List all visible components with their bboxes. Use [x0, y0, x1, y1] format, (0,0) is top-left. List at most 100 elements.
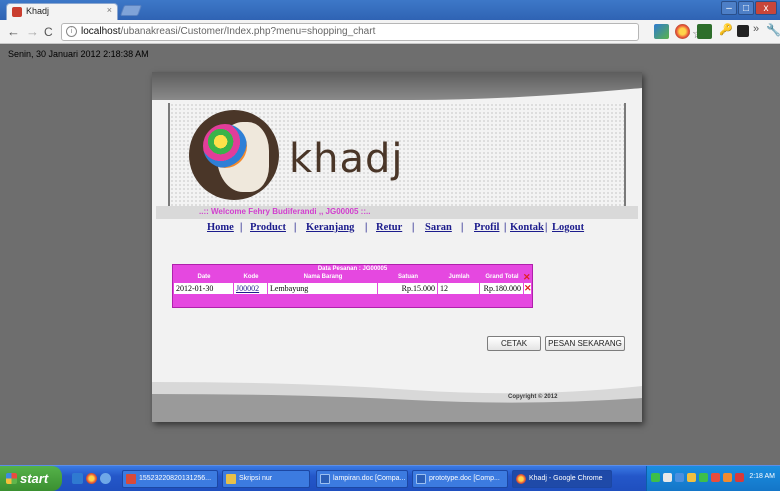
copyright-text: Copyright © 2012: [508, 394, 558, 400]
cell-grand-total: Rp.180.000: [480, 283, 524, 294]
back-arrow-icon[interactable]: ←: [7, 24, 20, 39]
taskbar-item[interactable]: lampiran.doc [Compa...: [316, 470, 408, 488]
order-table: Data Pesanan : JG00005 Date Kode Nama Ba…: [172, 264, 533, 308]
extension-icon[interactable]: [654, 24, 669, 39]
chrome-quicklaunch-icon[interactable]: [86, 473, 97, 484]
menu-separator: |: [240, 222, 243, 233]
taskbar-item[interactable]: Skripsi nur: [222, 470, 310, 488]
taskbar-item-label: Khadj - Google Chrome: [529, 475, 603, 482]
taskbar-clock: 2:18 AM: [749, 473, 775, 480]
taskbar-item-label: lampiran.doc [Compa...: [333, 475, 406, 482]
taskbar-item-label: prototype.doc [Comp...: [429, 475, 500, 482]
start-label: start: [20, 471, 49, 486]
menu-saran[interactable]: Saran: [425, 222, 452, 233]
address-url: localhost/ubanakreasi/Customer/Index.php…: [81, 26, 376, 37]
taskbar-item[interactable]: 15523220820131256...: [122, 470, 218, 488]
menu-separator: |: [365, 222, 368, 233]
menu-retur[interactable]: Retur: [376, 222, 402, 233]
word-doc-icon: [320, 474, 330, 484]
pdf-icon: [126, 474, 136, 484]
column-header: Kode: [243, 274, 259, 280]
extension-icon[interactable]: 🔑: [719, 23, 733, 38]
column-header: Date: [197, 274, 211, 280]
tray-icon[interactable]: [687, 473, 696, 482]
welcome-message: ..:: Welcome Fehry Budiferandi ,, JG0000…: [199, 207, 371, 216]
brand-name: khadj: [289, 136, 404, 182]
minimize-button[interactable]: –: [721, 1, 737, 15]
cell-nama-barang: Lembayung: [268, 283, 378, 294]
maximize-button[interactable]: □: [738, 1, 754, 15]
menu-separator: |: [461, 222, 464, 233]
delete-all-icon[interactable]: ✕: [523, 273, 531, 282]
cell-satuan: Rp.15.000: [378, 283, 438, 294]
tray-icon[interactable]: [711, 473, 720, 482]
menu-separator: |: [412, 222, 415, 233]
column-header: Nama Barang: [303, 274, 343, 280]
tray-icon[interactable]: [663, 473, 672, 482]
taskbar-item[interactable]: prototype.doc [Comp...: [412, 470, 508, 488]
taskbar-item-label: Skripsi nur: [239, 475, 273, 482]
menu-separator: |: [294, 222, 297, 233]
close-window-button[interactable]: x: [755, 1, 777, 15]
show-desktop-icon[interactable]: [72, 473, 83, 484]
ie-quicklaunch-icon[interactable]: [100, 473, 111, 484]
extension-icon[interactable]: [737, 25, 749, 37]
khadj-favicon-icon: [12, 7, 22, 17]
column-header: Jumlah: [448, 274, 470, 280]
site-container: khadj ..:: Welcome Fehry Budiferandi ,, …: [152, 72, 642, 422]
taskbar-item-active[interactable]: Khadj - Google Chrome: [512, 470, 612, 488]
tray-icon[interactable]: [699, 473, 708, 482]
pesan-sekarang-button[interactable]: PESAN SEKARANG: [545, 336, 625, 351]
start-button[interactable]: start: [0, 466, 62, 491]
column-header: Satuan: [397, 274, 418, 280]
cell-jumlah: 12: [438, 283, 480, 294]
cell-date: 2012-01-30: [174, 283, 234, 294]
overflow-chevron-icon[interactable]: »: [753, 23, 759, 35]
column-header: Grand Total: [485, 274, 519, 280]
order-caption: Data Pesanan : JG00005: [317, 266, 388, 272]
browser-tab-bar: Khadj × – □ x: [0, 0, 780, 20]
product-code-link[interactable]: J00002: [236, 284, 259, 293]
khadj-logo-icon: [189, 110, 279, 200]
forward-arrow-icon[interactable]: →: [26, 24, 39, 39]
tray-icon[interactable]: [675, 473, 684, 482]
extension-icon[interactable]: [697, 24, 712, 39]
chrome-icon: [516, 474, 526, 484]
browser-tab[interactable]: Khadj ×: [6, 3, 118, 20]
extension-icon[interactable]: [675, 24, 690, 39]
page-viewport: Senin, 30 Januari 2012 2:18:38 AM khadj …: [0, 45, 780, 465]
menu-product[interactable]: Product: [250, 222, 286, 233]
cetak-button[interactable]: CETAK: [487, 336, 541, 351]
tray-icon[interactable]: [723, 473, 732, 482]
taskbar-item-label: 15523220820131256...: [139, 475, 212, 482]
folder-icon: [226, 474, 236, 484]
windows-taskbar: start 15523220820131256... Skripsi nur l…: [0, 465, 780, 491]
menu-keranjang[interactable]: Keranjang: [306, 222, 354, 233]
word-doc-icon: [416, 474, 426, 484]
table-row: 2012-01-30 J00002 Lembayung Rp.15.000 12…: [174, 283, 532, 294]
windows-flag-icon: [6, 473, 17, 484]
footer-swoosh: [152, 382, 642, 422]
menu-home[interactable]: Home: [207, 222, 234, 233]
address-bar[interactable]: i localhost/ubanakreasi/Customer/Index.p…: [61, 23, 704, 41]
menu-separator: |: [504, 222, 507, 233]
wrench-icon[interactable]: 🔧: [766, 23, 780, 37]
delete-row-icon[interactable]: ✕: [524, 284, 532, 293]
system-tray: 2:18 AM: [646, 466, 780, 491]
tab-title: Khadj: [26, 6, 50, 16]
menu-profil[interactable]: Profil: [474, 222, 499, 233]
tab-close-icon[interactable]: ×: [107, 5, 112, 15]
menu-separator: |: [545, 222, 548, 233]
new-tab-button[interactable]: [119, 5, 143, 16]
menu-kontak[interactable]: Kontak: [510, 222, 544, 233]
menu-logout[interactable]: Logout: [552, 222, 584, 233]
tray-icon[interactable]: [651, 473, 660, 482]
browser-toolbar: ← → C i localhost/ubanakreasi/Customer/I…: [0, 20, 780, 44]
reload-icon[interactable]: C: [44, 25, 53, 39]
tray-icon[interactable]: [735, 473, 744, 482]
cell-kode: J00002: [234, 283, 268, 294]
current-datetime: Senin, 30 Januari 2012 2:18:38 AM: [8, 49, 149, 59]
welcome-bar: ..:: Welcome Fehry Budiferandi ,, JG0000…: [156, 206, 638, 219]
page-info-icon[interactable]: i: [66, 26, 77, 37]
logo-rose: [203, 124, 247, 168]
